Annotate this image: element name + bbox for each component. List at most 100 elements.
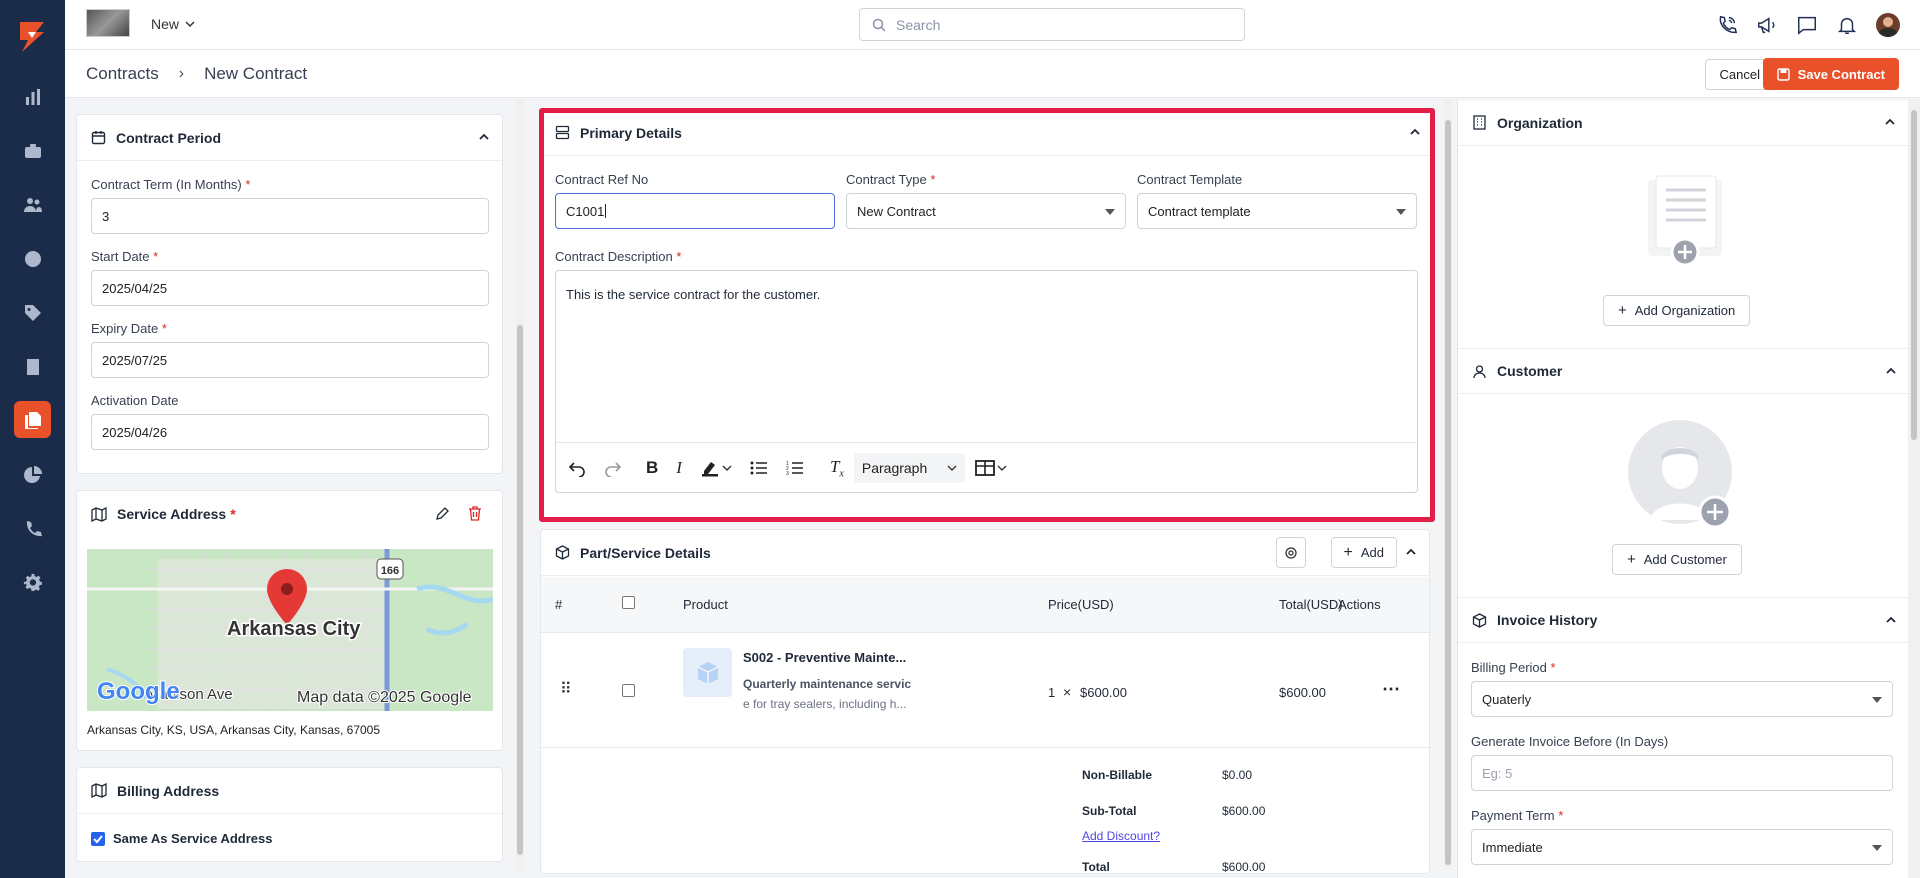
tag-icon [24,304,41,321]
bell-icon[interactable] [1836,14,1858,36]
contract-ref-input[interactable]: C1001 [555,193,835,229]
expiry-date-input[interactable]: 2025/07/25 [91,342,489,378]
billing-period-select[interactable]: Quaterly [1471,681,1893,717]
contract-description-label: Contract Description [555,249,673,264]
megaphone-icon[interactable] [1756,14,1778,36]
middle-scrollbar[interactable] [1444,100,1452,870]
new-dropdown[interactable]: New [151,16,195,32]
avatar-placeholder-icon [1628,420,1732,529]
numbered-list-icon[interactable]: 123 [786,460,804,476]
left-scrollbar[interactable] [516,100,524,870]
left-scrollbar-thumb[interactable] [517,325,523,855]
add-part-button[interactable]: + Add [1330,537,1397,568]
check-icon [93,834,103,843]
plus-icon: + [1343,543,1353,561]
invoice-history-header[interactable]: Invoice History [1458,597,1909,643]
sidebar-item-time[interactable] [14,240,51,277]
sidebar-item-calls[interactable] [14,510,51,547]
contract-template-select[interactable]: Contract template [1137,193,1417,229]
page-header: Contracts › New Contract Cancel Save Con… [65,50,1920,98]
service-address-map[interactable]: 166 Arkansas City Madison Ave Google Map… [87,549,493,711]
chevron-up-icon[interactable] [1885,365,1897,377]
svg-text:3: 3 [786,471,789,476]
plus-icon: + [1618,302,1627,319]
same-as-service-checkbox[interactable] [91,831,105,846]
chevron-up-icon[interactable] [478,131,490,143]
customer-header[interactable]: Customer [1458,348,1909,394]
start-date-field: Start Date * 2025/04/25 [91,249,489,306]
breadcrumb-contracts[interactable]: Contracts [86,64,159,84]
phone-icon [26,520,42,536]
italic-icon[interactable]: I [676,458,682,478]
payment-term-select[interactable]: Immediate [1471,829,1893,865]
add-organization-button[interactable]: + Add Organization [1603,295,1751,326]
contract-type-label: Contract Type [846,172,927,187]
top-icons [1716,13,1900,37]
chat-icon[interactable] [1796,14,1818,36]
add-customer-button[interactable]: + Add Customer [1612,544,1742,575]
bullet-list-icon[interactable] [750,460,768,476]
contract-template-label: Contract Template [1137,172,1243,187]
app-logo[interactable] [14,18,50,54]
sidebar-item-settings[interactable] [14,564,51,601]
contract-period-header[interactable]: Contract Period [77,115,502,161]
select-all-checkbox[interactable] [622,596,635,609]
description-editor[interactable]: This is the service contract for the cus… [556,271,1417,443]
add-discount-link[interactable]: Add Discount? [1082,829,1160,843]
more-actions-icon[interactable]: ⋯ [1382,679,1400,700]
editor-toolbar: B I 123 Tx Paragraph [556,444,1417,492]
generate-invoice-input[interactable]: Eg: 5 [1471,755,1893,791]
table-button[interactable] [975,460,1007,476]
settings-icon [1285,546,1297,559]
sidebar-item-jobs[interactable] [14,132,51,169]
row-checkbox[interactable] [622,684,635,697]
sidebar-item-pricing[interactable] [14,294,51,331]
workspace-thumbnail[interactable] [86,9,130,37]
right-scrollbar[interactable] [1908,100,1920,878]
user-icon [1473,364,1486,378]
middle-scrollbar-thumb[interactable] [1445,120,1451,865]
chevron-up-icon[interactable] [1405,546,1417,558]
chevron-up-icon[interactable] [1409,126,1421,138]
product-name[interactable]: S002 - Preventive Mainte... [743,650,906,665]
contract-type-value: New Contract [857,203,936,219]
clear-formatting-icon[interactable]: Tx [830,457,844,479]
redo-icon[interactable] [604,459,622,477]
product-description-line2: e for tray sealers, including h... [743,697,907,711]
organization-header[interactable]: Organization [1458,100,1908,146]
edit-icon[interactable] [435,506,450,521]
sidebar-item-contracts[interactable] [14,401,51,438]
contract-ref-label: Contract Ref No [555,172,649,187]
highlight-color-button[interactable] [700,459,732,477]
part-settings-button[interactable] [1276,537,1306,568]
user-avatar[interactable] [1876,13,1900,37]
sidebar-item-dashboard[interactable] [14,78,51,115]
contract-template-field: Contract Template Contract template [1137,172,1417,229]
drag-handle-icon[interactable]: ⠿ [560,679,572,699]
bold-icon[interactable]: B [646,458,658,478]
files-icon [24,411,41,429]
chevron-up-icon[interactable] [1885,614,1897,626]
plus-icon: + [1627,551,1636,568]
billing-address-card: Billing Address Same As Service Address [76,767,503,862]
contract-template-value: Contract template [1148,203,1251,219]
primary-details-header[interactable]: Primary Details [541,110,1433,156]
activation-date-input[interactable]: 2025/04/26 [91,414,489,450]
chevron-up-icon[interactable] [1884,116,1896,128]
paragraph-select[interactable]: Paragraph [853,453,966,483]
sidebar-item-invoices[interactable] [14,348,51,385]
phone-call-icon[interactable] [1716,14,1738,36]
trash-icon[interactable] [468,505,482,521]
start-date-input[interactable]: 2025/04/25 [91,270,489,306]
right-scrollbar-thumb[interactable] [1911,110,1917,440]
search-input[interactable]: Search [859,8,1245,41]
contract-type-select[interactable]: New Contract [846,193,1126,229]
undo-icon[interactable] [568,459,586,477]
save-contract-button[interactable]: Save Contract [1762,58,1899,90]
contract-term-input[interactable]: 3 [91,198,489,234]
rich-text-editor: This is the service contract for the cus… [555,270,1418,493]
same-as-service-option[interactable]: Same As Service Address [91,831,272,846]
sidebar-item-reports[interactable] [14,456,51,493]
contract-term-label: Contract Term (In Months) [91,177,242,192]
sidebar-item-customers[interactable] [14,186,51,223]
